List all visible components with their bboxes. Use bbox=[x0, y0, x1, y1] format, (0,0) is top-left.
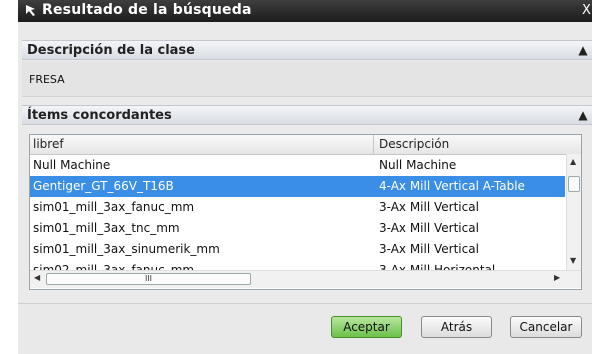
cell-description: 3-Ax Mill Vertical bbox=[379, 200, 479, 214]
horizontal-scrollbar[interactable]: ◀ III ▶ bbox=[30, 270, 581, 288]
vertical-scroll-thumb[interactable] bbox=[568, 176, 580, 192]
cell-description: Null Machine bbox=[379, 158, 457, 172]
matching-items-header[interactable]: Ítems concordantes ▲ bbox=[22, 105, 592, 125]
scroll-up-icon[interactable]: ▲ bbox=[570, 157, 576, 166]
column-header-libref[interactable]: libref bbox=[33, 137, 64, 151]
cell-description: 4-Ax Mill Vertical A-Table bbox=[379, 179, 525, 193]
dialog-title: Resultado de la búsqueda bbox=[42, 2, 252, 18]
dialog-button-bar: Aceptar Atrás Cancelar bbox=[18, 303, 592, 354]
cell-libref: sim01_mill_3ax_tnc_mm bbox=[33, 221, 180, 235]
class-description-panel: FRESA bbox=[22, 61, 592, 97]
accept-button[interactable]: Aceptar bbox=[331, 316, 402, 338]
title-bar[interactable]: Resultado de la búsqueda X bbox=[18, 0, 592, 22]
cell-libref: Null Machine bbox=[33, 158, 111, 172]
cell-libref: sim01_mill_3ax_fanuc_mm bbox=[33, 200, 195, 214]
table-row[interactable]: sim01_mill_3ax_tnc_mm 3-Ax Mill Vertical bbox=[30, 218, 565, 239]
column-header-description[interactable]: Descripción bbox=[379, 137, 449, 151]
class-description-value: FRESA bbox=[29, 73, 65, 86]
cell-description: 3-Ax Mill Vertical bbox=[379, 221, 479, 235]
cell-libref: sim01_mill_3ax_sinumerik_mm bbox=[33, 242, 220, 256]
pointer-icon bbox=[26, 5, 35, 16]
matching-items-heading: Ítems concordantes bbox=[27, 108, 172, 123]
vertical-scrollbar[interactable]: ▲ ▼ bbox=[566, 154, 581, 270]
matching-items-table[interactable]: libref Descripción Null Machine Null Mach… bbox=[29, 134, 582, 290]
table-row[interactable]: Null Machine Null Machine bbox=[30, 155, 565, 176]
table-row[interactable]: sim01_mill_3ax_sinumerik_mm 3-Ax Mill Ver… bbox=[30, 239, 565, 260]
table-row[interactable]: sim01_mill_3ax_fanuc_mm 3-Ax Mill Vertica… bbox=[30, 197, 565, 218]
table-row[interactable]: Gentiger_GT_66V_T16B 4-Ax Mill Vertical A… bbox=[30, 176, 565, 197]
column-divider[interactable] bbox=[373, 135, 374, 154]
cell-description: 3-Ax Mill Vertical bbox=[379, 242, 479, 256]
horizontal-scroll-thumb[interactable]: III bbox=[46, 273, 251, 285]
collapse-up-icon[interactable]: ▲ bbox=[576, 42, 590, 58]
close-icon[interactable]: X bbox=[582, 0, 592, 22]
collapse-up-icon[interactable]: ▲ bbox=[576, 107, 590, 123]
cell-libref: Gentiger_GT_66V_T16B bbox=[33, 179, 174, 193]
class-description-header[interactable]: Descripción de la clase ▲ bbox=[22, 40, 592, 60]
back-button[interactable]: Atrás bbox=[421, 316, 492, 338]
scroll-left-icon[interactable]: ◀ bbox=[34, 273, 40, 282]
table-header: libref Descripción bbox=[30, 135, 581, 155]
scroll-right-icon[interactable]: ▶ bbox=[554, 273, 560, 282]
search-result-dialog: Resultado de la búsqueda X Descripción d… bbox=[18, 0, 592, 354]
scroll-down-icon[interactable]: ▼ bbox=[570, 256, 576, 265]
cancel-button[interactable]: Cancelar bbox=[510, 316, 582, 338]
class-description-heading: Descripción de la clase bbox=[27, 43, 195, 58]
